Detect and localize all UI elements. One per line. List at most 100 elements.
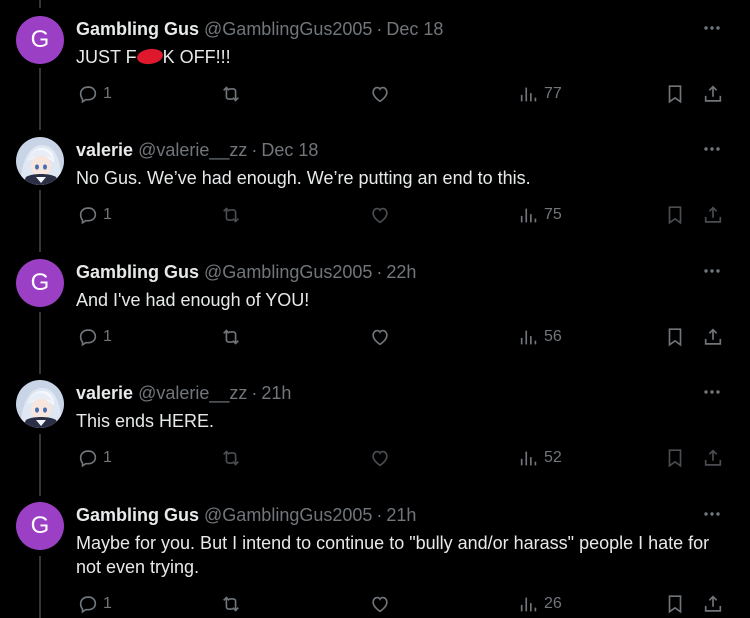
timestamp[interactable]: Dec 18 [386, 19, 443, 39]
views-button[interactable]: 56 [518, 324, 562, 350]
more-icon[interactable] [700, 380, 724, 404]
share-icon [704, 449, 722, 466]
avatar[interactable]: G [16, 16, 64, 64]
like-button[interactable] [369, 591, 391, 617]
avatar[interactable]: G [16, 259, 64, 307]
tweet-actions: 1 56 [0, 324, 750, 350]
reply-count: 1 [103, 328, 112, 345]
tweet-actions: 1 52 [0, 445, 750, 471]
views-button[interactable]: 77 [518, 81, 562, 107]
user-handle[interactable]: @GamblingGus2005 [204, 262, 372, 282]
views-button[interactable]: 75 [518, 202, 562, 228]
retweet-icon [223, 86, 239, 102]
bookmark-button[interactable] [664, 445, 686, 471]
avatar-letter: G [30, 26, 50, 53]
like-button[interactable] [369, 324, 391, 350]
like-button[interactable] [369, 202, 391, 228]
reply-button[interactable]: 1 [77, 591, 112, 617]
avatar[interactable] [16, 137, 64, 185]
share-button[interactable] [702, 324, 724, 350]
views-button[interactable]: 52 [518, 445, 562, 471]
avatar[interactable]: G [16, 502, 64, 550]
share-button[interactable] [702, 591, 724, 617]
like-button[interactable] [369, 81, 391, 107]
retweet-button[interactable] [220, 324, 242, 350]
bookmark-icon [668, 206, 682, 225]
tweet-header: Gambling Gus @GamblingGus2005 · 21h [76, 504, 416, 526]
reply-button[interactable]: 1 [77, 445, 112, 471]
view-count: 75 [544, 206, 562, 223]
timestamp[interactable]: 21h [261, 383, 291, 403]
retweet-button[interactable] [220, 202, 242, 228]
view-count: 26 [544, 595, 562, 612]
reply-count: 1 [103, 206, 112, 223]
share-button[interactable] [702, 81, 724, 107]
user-handle[interactable]: @GamblingGus2005 [204, 505, 372, 525]
tweet-text: JUST F K OFF!!! [76, 45, 716, 69]
reply-button[interactable]: 1 [77, 202, 112, 228]
more-icon[interactable] [700, 259, 724, 283]
separator: · [376, 505, 383, 525]
retweet-button[interactable] [220, 591, 242, 617]
views-icon [520, 208, 537, 223]
bookmark-icon [668, 449, 682, 468]
user-handle[interactable]: @valerie__zz [138, 383, 247, 403]
avatar-letter: G [30, 269, 50, 296]
heart-icon [372, 207, 388, 224]
bookmark-icon [668, 85, 682, 104]
share-icon [704, 328, 722, 345]
tweet-text: This ends HERE. [76, 411, 215, 431]
tweet-actions: 1 26 [0, 591, 750, 617]
retweet-icon [223, 596, 239, 612]
share-icon [704, 206, 722, 223]
bookmark-button[interactable] [664, 81, 686, 107]
bookmark-button[interactable] [664, 202, 686, 228]
display-name[interactable]: Gambling Gus [76, 262, 199, 282]
bookmark-button[interactable] [664, 591, 686, 617]
reply-button[interactable]: 1 [77, 324, 112, 350]
reply-icon [79, 450, 97, 468]
user-handle[interactable]: @valerie__zz [138, 140, 247, 160]
views-button[interactable]: 26 [518, 591, 562, 617]
retweet-button[interactable] [220, 81, 242, 107]
more-icon[interactable] [700, 502, 724, 526]
reply-icon [79, 207, 97, 225]
reply-count: 1 [103, 85, 112, 102]
heart-icon [372, 329, 388, 346]
tweet-actions: 1 75 [0, 202, 750, 228]
timestamp[interactable]: Dec 18 [261, 140, 318, 160]
bookmark-icon [668, 328, 682, 347]
thread-line [39, 0, 41, 8]
tweet-header: Gambling Gus @GamblingGus2005 · Dec 18 [76, 18, 443, 40]
more-icon[interactable] [700, 137, 724, 161]
separator: · [376, 19, 383, 39]
share-button[interactable] [702, 202, 724, 228]
reply-icon [79, 329, 97, 347]
reply-count: 1 [103, 449, 112, 466]
views-icon [520, 330, 537, 345]
conversation-thread: G Gambling Gus @GamblingGus2005 · Dec 18 J… [0, 0, 750, 618]
heart-icon [372, 450, 388, 467]
retweet-button[interactable] [220, 445, 242, 471]
share-icon [704, 85, 722, 102]
display-name[interactable]: Gambling Gus [76, 505, 199, 525]
view-count: 52 [544, 449, 562, 466]
timestamp[interactable]: 22h [386, 262, 416, 282]
reply-button[interactable]: 1 [77, 81, 112, 107]
display-name[interactable]: valerie [76, 383, 133, 403]
separator: · [376, 262, 383, 282]
display-name[interactable]: Gambling Gus [76, 19, 199, 39]
tweet-text: No Gus. We’ve had enough. We’re putting … [76, 168, 531, 188]
bookmark-button[interactable] [664, 324, 686, 350]
tweet-header: valerie @valerie__zz · Dec 18 [76, 139, 318, 161]
share-button[interactable] [702, 445, 724, 471]
tweet-text-part: JUST F [76, 47, 137, 67]
more-icon[interactable] [700, 16, 724, 40]
timestamp[interactable]: 21h [386, 505, 416, 525]
display-name[interactable]: valerie [76, 140, 133, 160]
user-handle[interactable]: @GamblingGus2005 [204, 19, 372, 39]
avatar[interactable] [16, 380, 64, 428]
separator: · [251, 383, 258, 403]
bookmark-icon [668, 595, 682, 614]
like-button[interactable] [369, 445, 391, 471]
